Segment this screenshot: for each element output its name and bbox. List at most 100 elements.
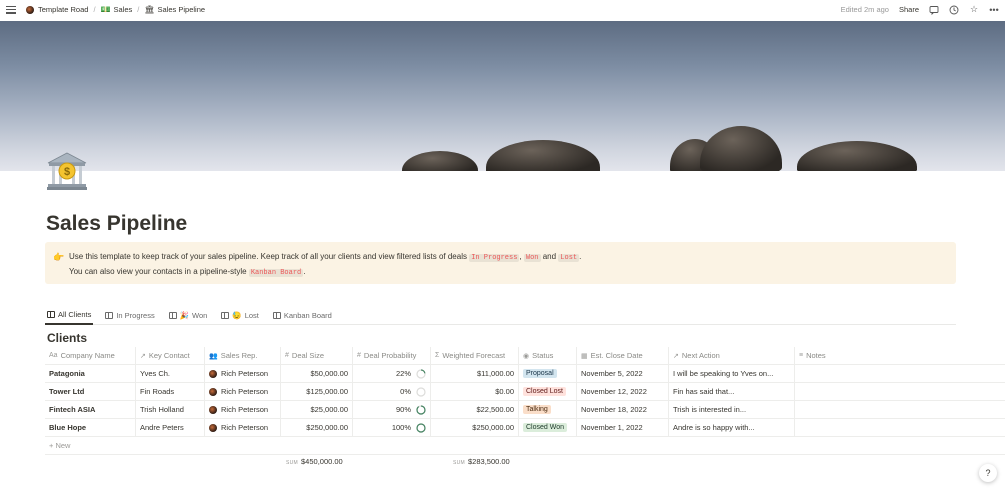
company-cell[interactable]: Fintech ASIA	[45, 400, 136, 419]
breadcrumb-item-template-road[interactable]: Template Road	[26, 5, 88, 14]
sad-face-icon: 😓	[232, 310, 242, 320]
next-action-cell[interactable]: Andre is so happy with...	[669, 418, 795, 437]
column-header[interactable]: ▦ Est. Close Date	[577, 346, 669, 365]
deal-size-cell[interactable]: $250,000.00	[281, 418, 353, 437]
tab-in-progress[interactable]: In Progress	[103, 306, 156, 325]
party-icon: 🎉	[179, 310, 190, 320]
top-actions: Edited 2m ago Share ☆ •••	[841, 4, 999, 15]
help-button[interactable]: ?	[979, 464, 997, 482]
notes-cell[interactable]	[795, 383, 1005, 401]
next-action-cell[interactable]: Trish is interested in...	[669, 400, 795, 419]
company-cell[interactable]: Blue Hope	[45, 418, 136, 437]
status-cell[interactable]: Proposal	[519, 364, 577, 383]
person-property-icon: 👥	[209, 352, 218, 360]
close-date-cell[interactable]: November 12, 2022	[577, 382, 669, 401]
contact-cell[interactable]: Yves Ch.	[136, 364, 205, 383]
sales-rep-cell[interactable]: Rich Peterson	[205, 400, 281, 419]
column-header[interactable]: Aa Company Name	[45, 346, 136, 365]
cover-rock	[797, 141, 917, 171]
column-header[interactable]: ≡ Notes	[795, 347, 1005, 365]
breadcrumb: Template Road / 💵 Sales / 🏛 Sales Pipeli…	[26, 5, 205, 14]
notes-cell[interactable]	[795, 365, 1005, 383]
deal-probability-cell[interactable]: 90%	[353, 400, 431, 419]
tab-won[interactable]: 🎉 Won	[167, 306, 210, 325]
comment-icon[interactable]	[929, 5, 939, 15]
page-bank-icon[interactable]: $	[46, 150, 88, 192]
tab-lost[interactable]: 😓 Lost	[219, 306, 261, 325]
close-date-cell[interactable]: November 1, 2022	[577, 418, 669, 437]
breadcrumb-item-sales[interactable]: 💵 Sales	[101, 5, 133, 14]
status-badge: Proposal	[523, 369, 557, 378]
deal-probability-cell[interactable]: 100%	[353, 418, 431, 437]
company-cell[interactable]: Tower Ltd	[45, 382, 136, 401]
sales-rep-cell[interactable]: Rich Peterson	[205, 382, 281, 401]
table-row[interactable]: Fintech ASIA Trish Holland Rich Peterson $2…	[45, 400, 1005, 419]
callout-text: Use this template to keep track of your …	[69, 252, 582, 277]
column-header[interactable]: ↗ Key Contact	[136, 346, 205, 365]
formula-property-icon: Σ	[435, 352, 440, 359]
status-cell[interactable]: Talking	[519, 400, 577, 419]
more-icon[interactable]: •••	[989, 5, 999, 15]
status-cell[interactable]: Closed Lost	[519, 382, 577, 401]
next-action-cell[interactable]: I will be speaking to Yves on...	[669, 364, 795, 383]
cover-rock	[486, 140, 600, 171]
deal-probability-cell[interactable]: 0%	[353, 382, 431, 401]
share-button[interactable]: Share	[899, 5, 919, 14]
sum-weighted-forecast[interactable]: SUM $283,500.00	[453, 457, 510, 466]
sales-rep-cell[interactable]: Rich Peterson	[205, 418, 281, 437]
weighted-forecast-cell[interactable]: $22,500.00	[431, 400, 519, 419]
star-icon[interactable]: ☆	[969, 4, 979, 15]
notes-cell[interactable]	[795, 401, 1005, 419]
column-header[interactable]: # Deal Size	[281, 346, 353, 365]
weighted-forecast-cell[interactable]: $0.00	[431, 382, 519, 401]
new-row-button[interactable]: + New	[45, 437, 1005, 455]
text-lines-icon: ≡	[799, 352, 804, 359]
weighted-forecast-cell[interactable]: $250,000.00	[431, 418, 519, 437]
database-title[interactable]: Clients	[47, 331, 87, 345]
breadcrumb-item-sales-pipeline[interactable]: 🏛 Sales Pipeline	[144, 5, 205, 14]
close-date-cell[interactable]: November 5, 2022	[577, 364, 669, 383]
next-action-cell[interactable]: Fin has said that...	[669, 382, 795, 401]
deal-size-cell[interactable]: $125,000.00	[281, 382, 353, 401]
contact-cell[interactable]: Trish Holland	[136, 400, 205, 419]
deal-size-cell[interactable]: $50,000.00	[281, 364, 353, 383]
clock-icon[interactable]	[949, 5, 959, 15]
deal-probability-cell[interactable]: 22%	[353, 364, 431, 383]
progress-ring-icon	[416, 422, 426, 433]
close-date-cell[interactable]: November 18, 2022	[577, 400, 669, 419]
table-row[interactable]: Patagonia Yves Ch. Rich Peterson $50,000.00…	[45, 364, 1005, 383]
column-header[interactable]: 👥 Sales Rep.	[205, 346, 281, 365]
column-header[interactable]: # Deal Probability	[353, 346, 431, 365]
deal-size-cell[interactable]: $25,000.00	[281, 400, 353, 419]
summary-row: SUM $450,000.00 SUM $283,500.00	[0, 457, 960, 469]
table-header: Aa Company Name ↗ Key Contact 👥 Sales Rep. …	[45, 346, 1005, 365]
number-property-icon: #	[285, 352, 289, 359]
clients-table: Aa Company Name ↗ Key Contact 👥 Sales Rep. …	[45, 346, 1005, 455]
status-badge: Closed Won	[523, 423, 568, 432]
company-cell[interactable]: Patagonia	[45, 364, 136, 383]
column-header[interactable]: ↗ Next Action	[669, 346, 795, 365]
avatar	[209, 405, 217, 414]
avatar	[209, 369, 217, 378]
status-property-icon: ◉	[523, 352, 530, 360]
status-cell[interactable]: Closed Won	[519, 418, 577, 437]
contact-cell[interactable]: Andre Peters	[136, 418, 205, 437]
sum-deal-size[interactable]: SUM $450,000.00	[286, 457, 343, 466]
table-row[interactable]: Blue Hope Andre Peters Rich Peterson $250,0…	[45, 418, 1005, 437]
column-header[interactable]: ◉ Status	[519, 346, 577, 365]
table-row[interactable]: Tower Ltd Fin Roads Rich Peterson $125,000.…	[45, 382, 1005, 401]
tab-all-clients[interactable]: All Clients	[45, 306, 94, 325]
progress-ring-icon	[416, 386, 426, 397]
contact-cell[interactable]: Fin Roads	[136, 382, 205, 401]
page-title[interactable]: Sales Pipeline	[46, 212, 187, 236]
notes-cell[interactable]	[795, 419, 1005, 437]
sales-rep-cell[interactable]: Rich Peterson	[205, 364, 281, 383]
tab-kanban-board[interactable]: Kanban Board	[271, 306, 334, 325]
table-body: Patagonia Yves Ch. Rich Peterson $50,000.00…	[45, 364, 1005, 437]
number-property-icon: #	[357, 352, 361, 359]
menu-icon[interactable]	[6, 5, 16, 14]
money-icon: 💵	[100, 5, 111, 14]
column-header[interactable]: Σ Weighted Forecast	[431, 346, 519, 365]
weighted-forecast-cell[interactable]: $11,000.00	[431, 364, 519, 383]
table-icon	[105, 311, 114, 319]
